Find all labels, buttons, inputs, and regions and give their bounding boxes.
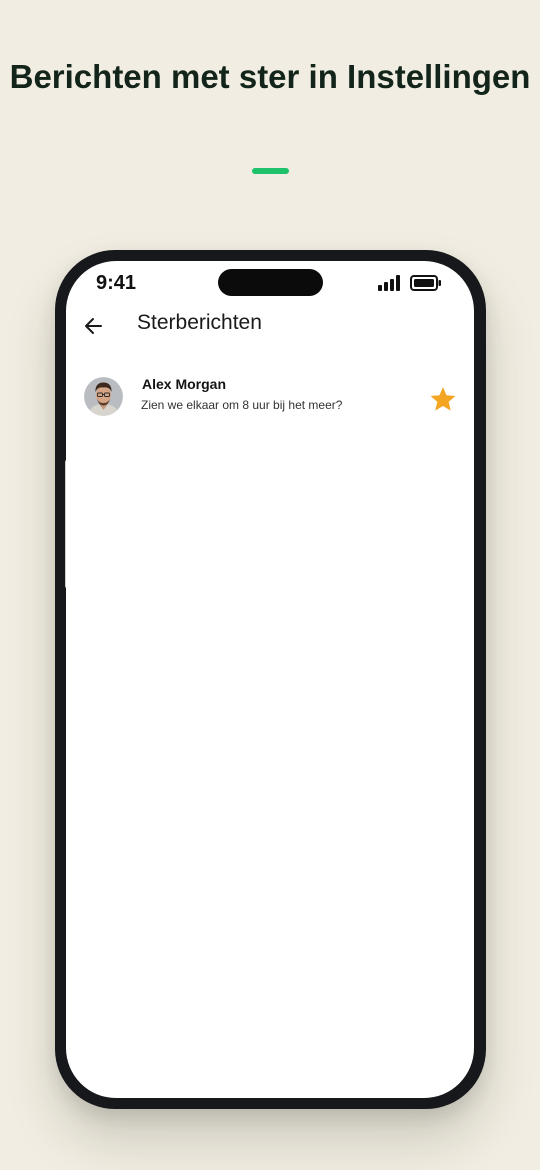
cellular-signal-icon [378, 275, 400, 291]
star-shape [430, 387, 456, 411]
phone-screen: 9:41 Sterberichten Alex Morgan Zien we e… [66, 261, 474, 1098]
dynamic-island [218, 269, 323, 296]
starred-message-item[interactable]: Alex Morgan Zien we elkaar om 8 uur bij … [66, 366, 474, 426]
star-icon[interactable] [429, 385, 457, 413]
status-time: 9:41 [96, 272, 137, 294]
page-title: Sterberichten [137, 311, 262, 334]
avatar [84, 377, 123, 416]
title-accent-bar [252, 168, 289, 174]
battery-icon [410, 275, 441, 291]
arrow-left-icon[interactable] [82, 315, 104, 337]
message-preview: Zien we elkaar om 8 uur bij het meer? [141, 398, 343, 412]
promo-title: Berichten met ster in Instellingen [9, 58, 531, 95]
sender-name: Alex Morgan [142, 376, 227, 392]
